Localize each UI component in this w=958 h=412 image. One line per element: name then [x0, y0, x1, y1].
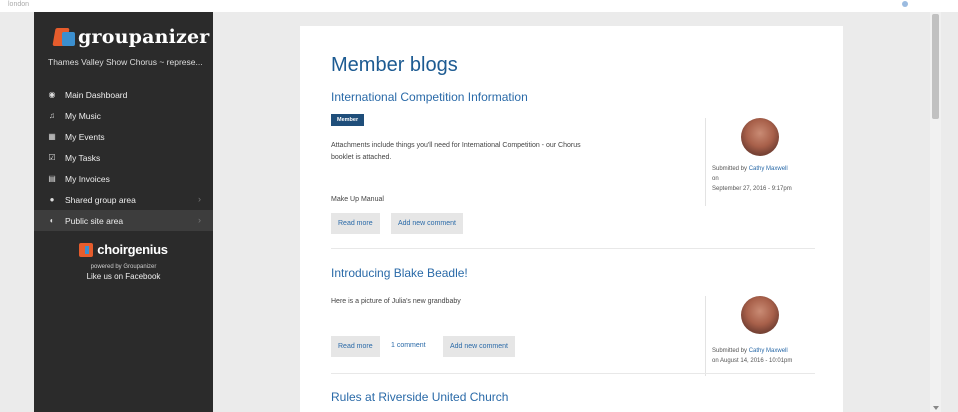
groupanizer-logo-icon — [52, 26, 76, 48]
group-icon: ● — [49, 195, 55, 204]
submitted-by-label: Submitted by — [712, 348, 748, 354]
scrollbar-thumb[interactable] — [932, 14, 939, 119]
member-badge: Member — [331, 114, 365, 126]
post-title-link[interactable]: International Competition Information — [331, 90, 528, 104]
choirgenius-brand: choirgenius — [97, 242, 168, 257]
submitted-line: Submitted by Cathy Maxwell — [712, 348, 816, 354]
post-body-line: Attachments include things you'll need f… — [331, 142, 581, 149]
post-body-line: booklet is attached. — [331, 154, 392, 161]
sidebar-item-label: Main Dashboard — [65, 89, 128, 100]
add-comment-button[interactable]: Add new comment — [443, 336, 515, 357]
submitted-line: Submitted by Cathy Maxwell — [712, 166, 816, 172]
sidebar-item-my-events[interactable]: ▦ My Events — [34, 126, 213, 147]
sidebar-item-my-tasks[interactable]: ☑ My Tasks — [34, 147, 213, 168]
author-link[interactable]: Cathy Maxwell — [749, 348, 788, 354]
sidebar-item-main-dashboard[interactable]: ◉ Main Dashboard — [34, 84, 213, 105]
on-label: on — [712, 176, 719, 182]
browser-top-strip: london — [0, 0, 958, 12]
checkbox-icon: ☑ — [48, 153, 56, 162]
post-meta: Submitted by Cathy Maxwell on September … — [705, 118, 816, 206]
facebook-link[interactable]: Like us on Facebook — [34, 272, 213, 281]
post-date: on August 14, 2016 - 10:01pm — [712, 358, 793, 364]
comments-link[interactable]: 1 comment — [391, 342, 426, 349]
sidebar-item-label: My Events — [65, 131, 105, 142]
sidebar-item-label: Public site area — [65, 215, 124, 226]
sidebar-item-my-invoices[interactable]: ▤ My Invoices — [34, 168, 213, 189]
choirgenius-promo: choirgenius powered by Groupanizer Like … — [34, 242, 213, 281]
chevron-right-icon: › — [198, 194, 201, 204]
status-dot-icon — [902, 1, 908, 7]
add-comment-button[interactable]: Add new comment — [391, 213, 463, 234]
powered-by-text: powered by Groupanizer — [90, 263, 157, 270]
sidebar-item-label: My Tasks — [65, 152, 101, 163]
sidebar-item-label: Shared group area — [65, 194, 136, 205]
sidebar-item-label: My Invoices — [65, 173, 110, 184]
post-title-link[interactable]: Rules at Riverside United Church — [331, 390, 508, 404]
brand-name: groupanizer — [78, 26, 210, 48]
sidebar-item-my-music[interactable]: ♫ My Music — [34, 105, 213, 126]
sidebar-item-public-site-area[interactable]: ◐ Public site area › — [34, 210, 213, 231]
post-meta: Submitted by Cathy Maxwell on August 14,… — [705, 296, 816, 376]
attachment-link[interactable]: Make Up Manual — [331, 194, 384, 206]
post-date: September 27, 2016 - 9:17pm — [712, 186, 792, 192]
money-icon: ▤ — [48, 174, 56, 183]
post-body: Here is a picture of Julia's new grandba… — [331, 298, 461, 305]
groupanizer-logo[interactable]: groupanizer — [52, 24, 210, 50]
globe-icon: ◐ — [49, 216, 55, 225]
author-avatar[interactable] — [741, 118, 779, 156]
choirgenius-logo-icon — [79, 242, 94, 257]
submitted-by-label: Submitted by — [712, 166, 748, 172]
sidebar: groupanizer Thames Valley Show Chorus ~ … — [34, 12, 213, 412]
choirgenius-logo[interactable]: choirgenius — [79, 242, 168, 257]
sidebar-nav: ◉ Main Dashboard ♫ My Music ▦ My Events … — [34, 84, 213, 231]
address-fragment: london — [8, 1, 30, 8]
read-more-button[interactable]: Read more — [331, 213, 380, 234]
sidebar-item-shared-group-area[interactable]: ● Shared group area › — [34, 189, 213, 210]
author-link[interactable]: Cathy Maxwell — [749, 166, 788, 172]
post-divider — [331, 373, 815, 374]
post-divider — [331, 248, 815, 249]
post-body: Attachments include things you'll need f… — [331, 140, 581, 164]
calendar-icon: ▦ — [48, 132, 56, 141]
read-more-button[interactable]: Read more — [331, 336, 380, 357]
scroll-down-arrow-icon[interactable] — [933, 406, 939, 410]
dashboard-icon: ◉ — [48, 90, 56, 99]
author-avatar[interactable] — [741, 296, 779, 334]
sidebar-item-label: My Music — [65, 110, 101, 121]
page-scrollbar[interactable] — [930, 12, 941, 412]
post-title-link[interactable]: Introducing Blake Beadle! — [331, 266, 468, 280]
music-note-icon: ♫ — [49, 111, 55, 120]
main-content: Member blogs International Competition I… — [300, 26, 843, 412]
chevron-right-icon: › — [198, 215, 201, 225]
page-title: Member blogs — [331, 54, 458, 76]
group-name[interactable]: Thames Valley Show Chorus ~ represe... — [48, 57, 203, 67]
